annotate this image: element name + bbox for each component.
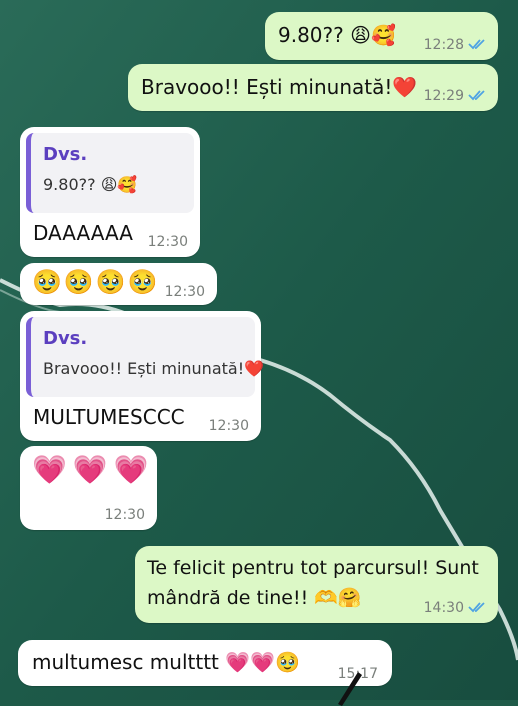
message-bubble-incoming[interactable]: Dvs. 9.80?? 😩🥰 DAAAAAA 12:30	[20, 127, 200, 257]
message-text: MULTUMESCCC	[33, 405, 185, 429]
message-text: 9.80?? 😩🥰	[278, 23, 396, 47]
reply-text: 9.80?? 😩🥰	[43, 175, 138, 194]
reply-text: Bravooo!! Ești minunată!❤️	[43, 359, 265, 378]
message-bubble-incoming[interactable]: 🥹🥹🥹🥹 12:30	[20, 263, 217, 305]
message-bubble-outgoing[interactable]: 9.80?? 😩🥰 12:28	[265, 12, 498, 60]
message-time: 12:30	[147, 234, 188, 250]
message-text: Bravooo!! Ești minunată!❤️	[141, 75, 418, 99]
message-text-line-2: mândră de tine!! 🫶🤗	[147, 587, 362, 609]
message-time: 12:29	[423, 88, 464, 104]
message-bubble-outgoing[interactable]: Bravooo!! Ești minunată!❤️ 12:29	[128, 64, 498, 111]
message-meta: 12:29	[424, 88, 488, 104]
message-time: 12:30	[208, 418, 249, 434]
reply-quote[interactable]: Dvs. 9.80?? 😩🥰	[26, 133, 194, 213]
double-check-icon	[468, 602, 485, 613]
message-text: 🥹🥹🥹🥹	[32, 268, 160, 296]
message-text-line-1: Te felicit pentru tot parcursul! Sunt	[147, 557, 479, 579]
cursor-icon	[338, 672, 362, 706]
reply-author: Dvs.	[43, 144, 88, 165]
message-bubble-incoming[interactable]: Dvs. Bravooo!! Ești minunată!❤️ MULTUMES…	[20, 311, 264, 441]
reply-author: Dvs.	[43, 328, 88, 349]
message-text: 💗💗💗	[32, 453, 155, 486]
double-check-icon	[468, 90, 485, 101]
double-check-icon	[468, 39, 485, 50]
reply-quote[interactable]: Dvs. Bravooo!! Ești minunată!❤️	[26, 317, 264, 397]
message-time: 12:30	[104, 507, 145, 523]
message-time: 12:28	[423, 37, 464, 53]
message-text: multumesc multttt 💗💗🥹	[32, 650, 300, 674]
message-bubble-incoming[interactable]: 💗💗💗 12:30	[20, 446, 157, 530]
message-meta: 12:28	[424, 37, 488, 53]
message-time: 12:30	[164, 284, 205, 300]
message-meta: 14:30	[424, 600, 488, 616]
message-time: 14:30	[423, 600, 464, 616]
message-text: DAAAAAA	[33, 221, 133, 245]
message-bubble-outgoing[interactable]: Te felicit pentru tot parcursul! Sunt mâ…	[135, 546, 498, 623]
